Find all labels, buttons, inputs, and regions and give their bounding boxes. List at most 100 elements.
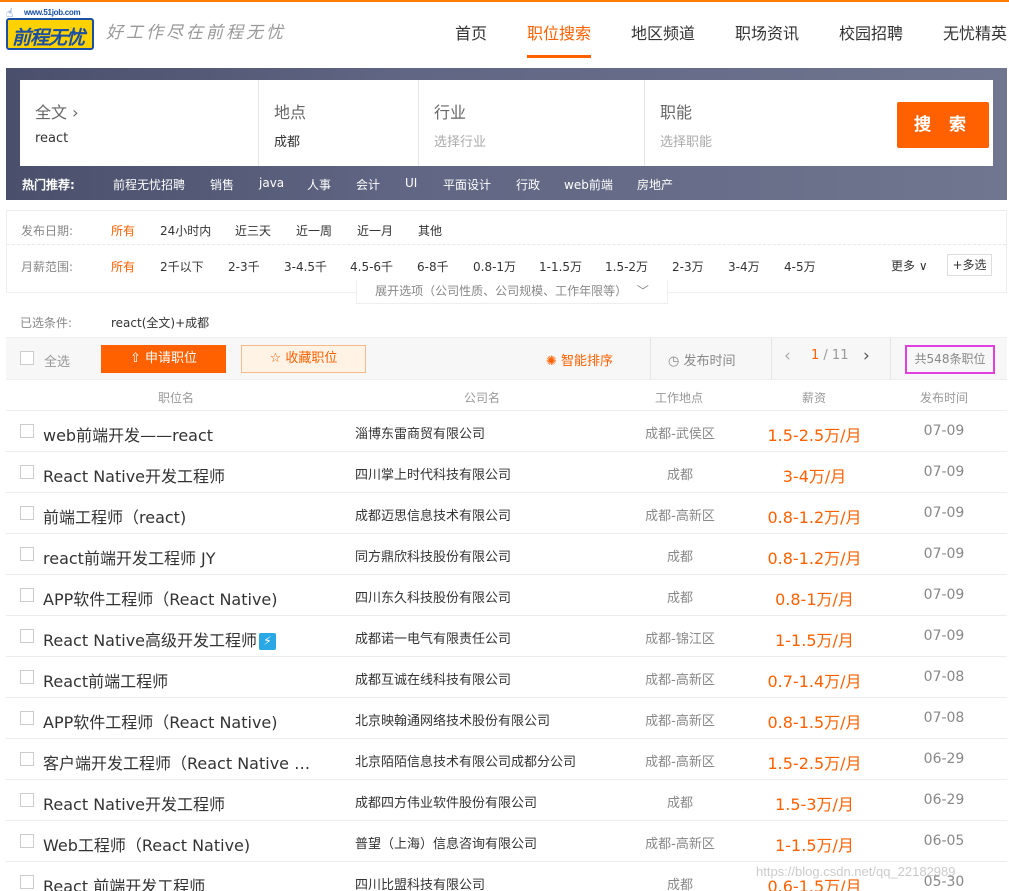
hot-item[interactable]: 行政: [516, 176, 540, 193]
industry-field[interactable]: 行业 选择行业: [419, 80, 645, 166]
table-row[interactable]: React Native开发工程师 四川掌上时代科技有限公司 成都 3-4万/月 07-…: [6, 452, 1007, 493]
nav-item-campus[interactable]: 校园招聘: [839, 20, 903, 44]
salary-option[interactable]: 1-1.5万: [539, 258, 582, 275]
salary-option[interactable]: 4-5万: [784, 258, 816, 275]
hot-item[interactable]: web前端: [564, 176, 613, 193]
hot-item[interactable]: UI: [405, 176, 417, 190]
company-link[interactable]: 北京映翰通网络技术股份有限公司: [355, 710, 550, 729]
salary-option[interactable]: 1.5-2万: [605, 258, 648, 275]
salary-option[interactable]: 2-3千: [228, 258, 260, 275]
job-title-link[interactable]: React Native开发工程师: [43, 463, 225, 487]
company-link[interactable]: 普望（上海）信息咨询有限公司: [355, 833, 537, 852]
company-link[interactable]: 四川比盟科技有限公司: [355, 874, 485, 891]
expand-options-button[interactable]: 展开选项（公司性质、公司规模、工作年限等） ﹀: [356, 280, 668, 304]
table-row[interactable]: web前端开发——react 淄博东雷商贸有限公司 成都-武侯区 1.5-2.5万/月…: [6, 411, 1007, 452]
date-option[interactable]: 所有: [111, 222, 135, 239]
date-option[interactable]: 近三天: [235, 222, 271, 239]
nav-item-home[interactable]: 首页: [455, 20, 487, 44]
company-link[interactable]: 同方鼎欣科技股份有限公司: [355, 546, 511, 565]
row-checkbox[interactable]: [20, 670, 34, 684]
keyword-field[interactable]: 全文 › react: [20, 80, 259, 166]
hot-item[interactable]: 前程无忧招聘: [113, 176, 185, 193]
table-row[interactable]: APP软件工程师（React Native) 北京映翰通网络技术股份有限公司 成都-…: [6, 698, 1007, 739]
select-all-checkbox[interactable]: [20, 351, 34, 365]
salary-option[interactable]: 3-4.5千: [284, 258, 327, 275]
favorite-job-button[interactable]: ☆ 收藏职位: [241, 345, 366, 373]
job-title-link[interactable]: React前端工程师: [43, 668, 168, 692]
prev-page-icon[interactable]: ‹: [784, 346, 791, 366]
nav-item-job-search[interactable]: 职位搜索: [527, 20, 591, 44]
date-option[interactable]: 近一月: [357, 222, 393, 239]
job-title-link[interactable]: React 前端开发工程师: [43, 873, 205, 891]
hot-item[interactable]: 房地产: [637, 176, 673, 193]
company-link[interactable]: 成都互诚在线科技有限公司: [355, 669, 511, 688]
company-link[interactable]: 成都迈思信息技术有限公司: [355, 505, 511, 524]
job-title-link[interactable]: React Native高级开发工程师 ⚡: [43, 627, 277, 651]
select-all-label[interactable]: 全选: [44, 351, 70, 370]
company-link[interactable]: 淄博东雷商贸有限公司: [355, 423, 485, 442]
salary-option[interactable]: 0.8-1万: [473, 258, 516, 275]
date-option[interactable]: 24小时内: [160, 222, 211, 239]
row-checkbox[interactable]: [20, 506, 34, 520]
job-title-link[interactable]: react前端开发工程师 JY: [43, 545, 216, 569]
table-row[interactable]: 客户端开发工程师（React Native 方... 北京陌陌信息技术有限公司成都…: [6, 739, 1007, 780]
hot-item[interactable]: 人事: [307, 176, 331, 193]
table-row[interactable]: React Native开发工程师 成都四方伟业软件股份有限公司 成都 1.5-3万/…: [6, 780, 1007, 821]
salary-option[interactable]: 4.5-6千: [350, 258, 393, 275]
row-checkbox[interactable]: [20, 629, 34, 643]
row-checkbox[interactable]: [20, 834, 34, 848]
function-field[interactable]: 职能 选择职能: [645, 80, 881, 166]
job-title-link[interactable]: Web工程师（React Native): [43, 832, 250, 856]
company-link[interactable]: 成都诺一电气有限责任公司: [355, 628, 511, 647]
apply-job-button[interactable]: ⇧ 申请职位: [101, 345, 226, 373]
job-title-link[interactable]: web前端开发——react: [43, 422, 213, 446]
keyword-input[interactable]: react: [35, 131, 68, 146]
row-checkbox[interactable]: [20, 588, 34, 602]
company-link[interactable]: 四川掌上时代科技有限公司: [355, 464, 511, 483]
function-placeholder[interactable]: 选择职能: [660, 131, 712, 150]
date-option[interactable]: 近一周: [296, 222, 332, 239]
search-button[interactable]: 搜 索: [897, 102, 989, 148]
table-row[interactable]: Web工程师（React Native) 普望（上海）信息咨询有限公司 成都-高新区…: [6, 821, 1007, 862]
job-title-link[interactable]: React Native开发工程师: [43, 791, 225, 815]
row-checkbox[interactable]: [20, 711, 34, 725]
table-row[interactable]: React Native高级开发工程师 ⚡ 成都诺一电气有限责任公司 成都-锦江区 1-…: [6, 616, 1007, 657]
job-title-link[interactable]: APP软件工程师（React Native): [43, 709, 278, 733]
hot-item[interactable]: 会计: [356, 176, 380, 193]
hot-item[interactable]: 平面设计: [443, 176, 491, 193]
hot-item[interactable]: 销售: [210, 176, 234, 193]
row-checkbox[interactable]: [20, 793, 34, 807]
location-value[interactable]: 成都: [274, 131, 300, 150]
date-option[interactable]: 其他: [418, 222, 442, 239]
job-title-link[interactable]: APP软件工程师（React Native): [43, 586, 278, 610]
nav-item-news[interactable]: 职场资讯: [735, 20, 799, 44]
job-title-link[interactable]: 客户端开发工程师（React Native 方...: [43, 750, 323, 774]
next-page-icon[interactable]: ›: [863, 346, 870, 366]
company-link[interactable]: 四川东久科技股份有限公司: [355, 587, 511, 606]
table-row[interactable]: APP软件工程师（React Native) 四川东久科技股份有限公司 成都 0.8-…: [6, 575, 1007, 616]
salary-option[interactable]: 6-8千: [417, 258, 449, 275]
table-row[interactable]: React前端工程师 成都互诚在线科技有限公司 成都-高新区 0.7-1.4万/月 07…: [6, 657, 1007, 698]
row-checkbox[interactable]: [20, 875, 34, 889]
table-row[interactable]: react前端开发工程师 JY 同方鼎欣科技股份有限公司 成都 0.8-1.2万/月 0…: [6, 534, 1007, 575]
nav-item-elite[interactable]: 无忧精英: [943, 20, 1007, 44]
more-filters-button[interactable]: 更多 ∨: [891, 257, 928, 274]
table-row[interactable]: 前端工程师（react) 成都迈思信息技术有限公司 成都-高新区 0.8-1.2万/月…: [6, 493, 1007, 534]
time-sort-button[interactable]: ◷ 发布时间: [668, 350, 736, 369]
row-checkbox[interactable]: [20, 752, 34, 766]
salary-option[interactable]: 2千以下: [160, 258, 204, 275]
company-link[interactable]: 北京陌陌信息技术有限公司成都分公司: [355, 751, 576, 770]
job-title-link[interactable]: 前端工程师（react): [43, 504, 186, 528]
industry-placeholder[interactable]: 选择行业: [434, 131, 486, 150]
salary-option[interactable]: 2-3万: [672, 258, 704, 275]
smart-sort-button[interactable]: ✺ 智能排序: [546, 350, 613, 369]
hot-item[interactable]: java: [259, 176, 284, 190]
salary-option[interactable]: 所有: [111, 258, 135, 275]
row-checkbox[interactable]: [20, 465, 34, 479]
location-field[interactable]: 地点 成都: [259, 80, 419, 166]
site-logo[interactable]: ☝ www.51job.com 前程无忧: [6, 6, 96, 50]
nav-item-region[interactable]: 地区频道: [631, 20, 695, 44]
salary-option[interactable]: 3-4万: [728, 258, 760, 275]
row-checkbox[interactable]: [20, 547, 34, 561]
company-link[interactable]: 成都四方伟业软件股份有限公司: [355, 792, 537, 811]
